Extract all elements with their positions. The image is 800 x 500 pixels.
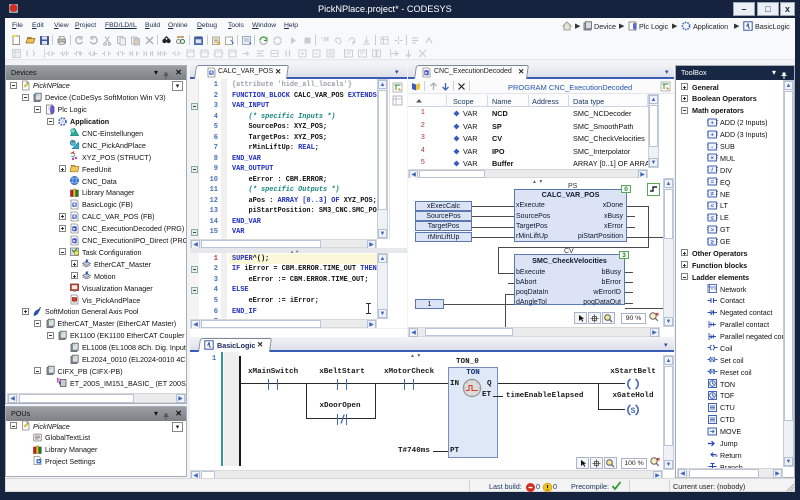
svg-text:=: =	[711, 180, 714, 186]
svg-text:>: >	[711, 227, 714, 233]
svg-text:≥: ≥	[711, 239, 714, 245]
svg-text:≤: ≤	[711, 215, 714, 221]
svg-text:-: -	[711, 144, 713, 150]
svg-text:S: S	[631, 407, 636, 416]
svg-text:RET: RET	[713, 453, 718, 458]
svg-text:S: S	[710, 358, 714, 364]
svg-text:<: <	[711, 203, 714, 209]
svg-text:×: ×	[711, 156, 714, 162]
svg-text:R: R	[710, 370, 714, 376]
svg-text:+: +	[711, 120, 714, 126]
svg-text:≠: ≠	[711, 192, 714, 198]
svg-text:+: +	[711, 132, 714, 138]
